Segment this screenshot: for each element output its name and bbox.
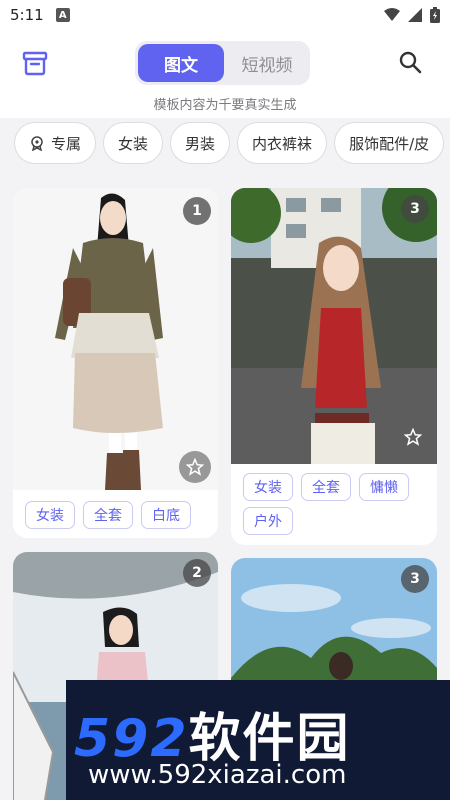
tab-short-video[interactable]: 短视频 (227, 44, 307, 82)
archive-icon[interactable] (22, 50, 48, 76)
status-icons (384, 7, 440, 23)
card-index-badge: 3 (401, 195, 429, 223)
chip-womens[interactable]: 女装 (103, 122, 164, 164)
watermark-banner: 592软件园 www.592xiazai.com (66, 680, 450, 800)
card-photo (13, 188, 218, 490)
tab-image-text[interactable]: 图文 (138, 44, 224, 82)
top-header: 图文 短视频 模板内容为千要真实生成 (0, 30, 450, 118)
star-icon (186, 458, 204, 476)
status-time: 5:11 (10, 6, 44, 24)
chip-mens[interactable]: 男装 (170, 122, 231, 164)
disclaimer-text: 模板内容为千要真实生成 (153, 98, 297, 113)
card-index-badge: 2 (183, 559, 211, 587)
chip-label: 专属 (51, 134, 82, 153)
template-card[interactable]: 3 女装 全套 慵懒 户外 (231, 188, 437, 545)
chip-label: 女装 (118, 134, 149, 153)
chip-accessories[interactable]: 服饰配件/皮 (334, 122, 445, 164)
chip-label: 内衣裤袜 (252, 134, 313, 153)
star-icon (404, 428, 422, 446)
chip-label: 男装 (185, 134, 216, 153)
chip-exclusive[interactable]: 专属 (14, 122, 97, 164)
watermark-url: www.592xiazai.com (88, 760, 347, 790)
wifi-icon (384, 8, 400, 21)
search-icon[interactable] (398, 50, 422, 74)
card-index-badge: 1 (183, 197, 211, 225)
card-tag[interactable]: 女装 (243, 473, 293, 501)
signal-icon (408, 8, 422, 22)
chip-underwear[interactable]: 内衣裤袜 (237, 122, 328, 164)
badge-icon (31, 136, 43, 151)
card-tag[interactable]: 白底 (141, 501, 191, 529)
card-tag[interactable]: 全套 (83, 501, 133, 529)
category-chips: 专属 女装 男装 内衣裤袜 服饰配件/皮 (0, 122, 450, 170)
card-index-badge: 3 (401, 565, 429, 593)
template-card[interactable]: 1 女装 全套 白底 (13, 188, 218, 538)
favorite-button[interactable] (179, 451, 211, 483)
favorite-button[interactable] (397, 421, 429, 453)
notification-icon: A (55, 8, 70, 22)
chip-label: 服饰配件/皮 (349, 134, 430, 153)
card-tag[interactable]: 全套 (301, 473, 351, 501)
content-type-switch: 图文 短视频 (135, 41, 310, 85)
card-tag[interactable]: 慵懒 (359, 473, 409, 501)
card-tag[interactable]: 户外 (243, 507, 293, 535)
status-bar: 5:11 A (0, 0, 450, 30)
card-tag[interactable]: 女装 (25, 501, 75, 529)
battery-icon (430, 7, 440, 23)
